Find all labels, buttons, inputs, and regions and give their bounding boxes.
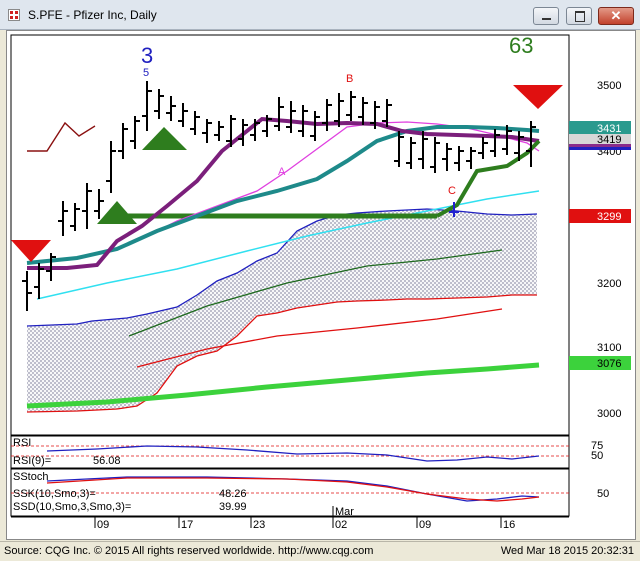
price-axis-label: 3100 — [597, 342, 621, 354]
rsi-level-50: 50 — [591, 450, 603, 462]
wave-label-a: A — [278, 166, 286, 178]
minimize-button[interactable] — [533, 7, 559, 25]
price-tag-red: 3299 — [597, 211, 621, 223]
timestamp: Wed Mar 18 2015 20:32:31 — [500, 545, 634, 557]
price-tag-lime: 3076 — [597, 358, 621, 370]
window-title: S.PFE - Pfizer Inc, Daily — [28, 8, 157, 22]
wave-count-right: 63 — [509, 33, 533, 58]
date-label: 23 — [253, 519, 265, 531]
month-label: Mar — [335, 506, 354, 518]
price-chart[interactable]: 3 5 63 A B C 3500 3400 3300 3200 3100 30… — [7, 31, 635, 539]
price-axis-label: 3000 — [597, 408, 621, 420]
ssd-label: SSD(10,Smo,3,Smo,3)= — [13, 501, 131, 513]
rsi-header: RSI — [13, 437, 31, 449]
source-text: Source: CQG Inc. © 2015 All rights reser… — [4, 545, 374, 557]
status-bar: Source: CQG Inc. © 2015 All rights reser… — [0, 541, 640, 561]
wave-count-left: 3 — [141, 43, 153, 68]
sstoch-level-50: 50 — [597, 488, 609, 500]
ssd-value: 39.99 — [219, 501, 247, 513]
rsi-value: 56.08 — [93, 455, 121, 467]
sstoch-header: SStoch — [13, 471, 48, 483]
ssk-value: 48.26 — [219, 488, 247, 500]
date-label: 17 — [181, 519, 193, 531]
ssk-label: SSK(10,Smo,3)= — [13, 488, 96, 500]
window-titlebar: S.PFE - Pfizer Inc, Daily ✕ — [0, 0, 640, 30]
price-tags: 3431 3419 3299 3076 — [569, 121, 631, 370]
close-button[interactable]: ✕ — [598, 7, 634, 25]
price-axis-label: 3200 — [597, 278, 621, 290]
date-label: 16 — [503, 519, 515, 531]
date-label: 09 — [419, 519, 431, 531]
chart-app-icon — [8, 9, 20, 21]
wave-label-b: B — [346, 73, 353, 85]
price-axis-label: 3500 — [597, 80, 621, 92]
wave-count-left-small: 5 — [143, 67, 149, 79]
rsi-label: RSI(9)= — [13, 455, 51, 467]
maximize-button[interactable] — [566, 7, 592, 25]
chart-area[interactable]: 3 5 63 A B C 3500 3400 3300 3200 3100 30… — [6, 30, 636, 540]
wave-label-c: C — [448, 185, 456, 197]
date-label: 02 — [335, 519, 347, 531]
date-label: 09 — [97, 519, 109, 531]
